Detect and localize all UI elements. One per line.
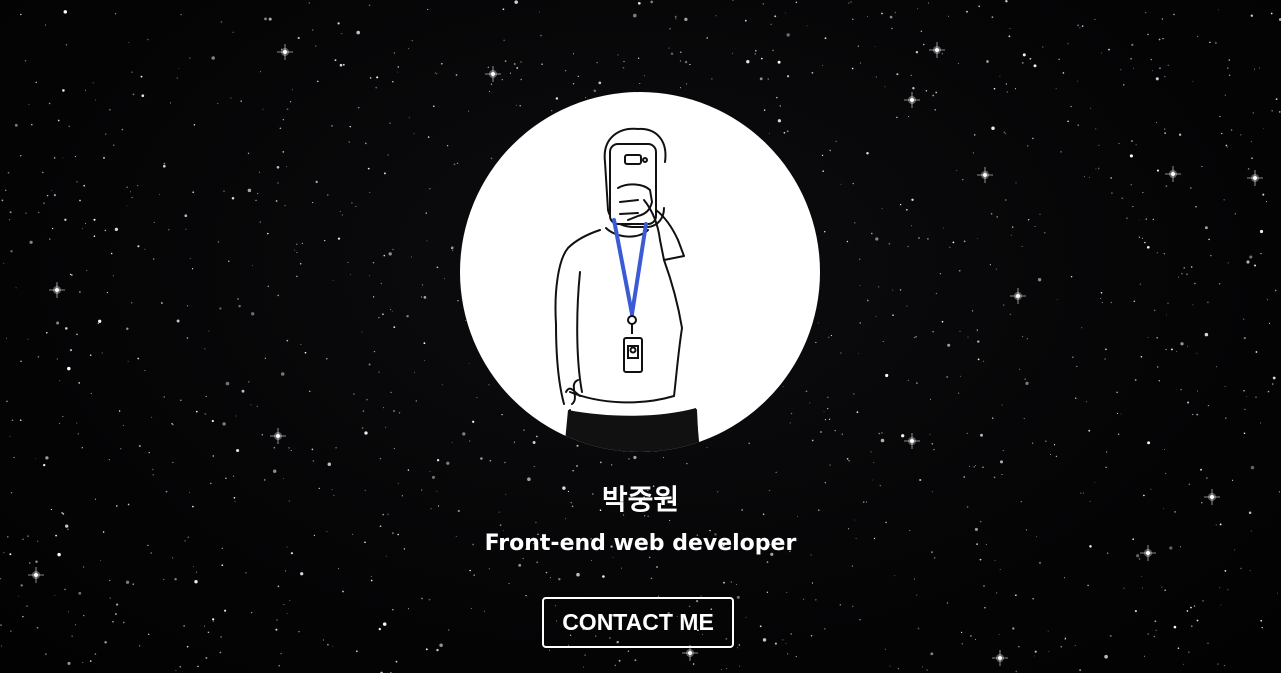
person-with-phone-icon [554,127,700,452]
profile-role: Front-end web developer [484,531,797,556]
profile-avatar [460,92,820,452]
profile-name: 박중원 [601,483,680,516]
contact-me-button[interactable]: CONTACT ME [542,597,734,648]
hero-section: 박중원 Front-end web developer CONTACT ME [0,0,1281,673]
